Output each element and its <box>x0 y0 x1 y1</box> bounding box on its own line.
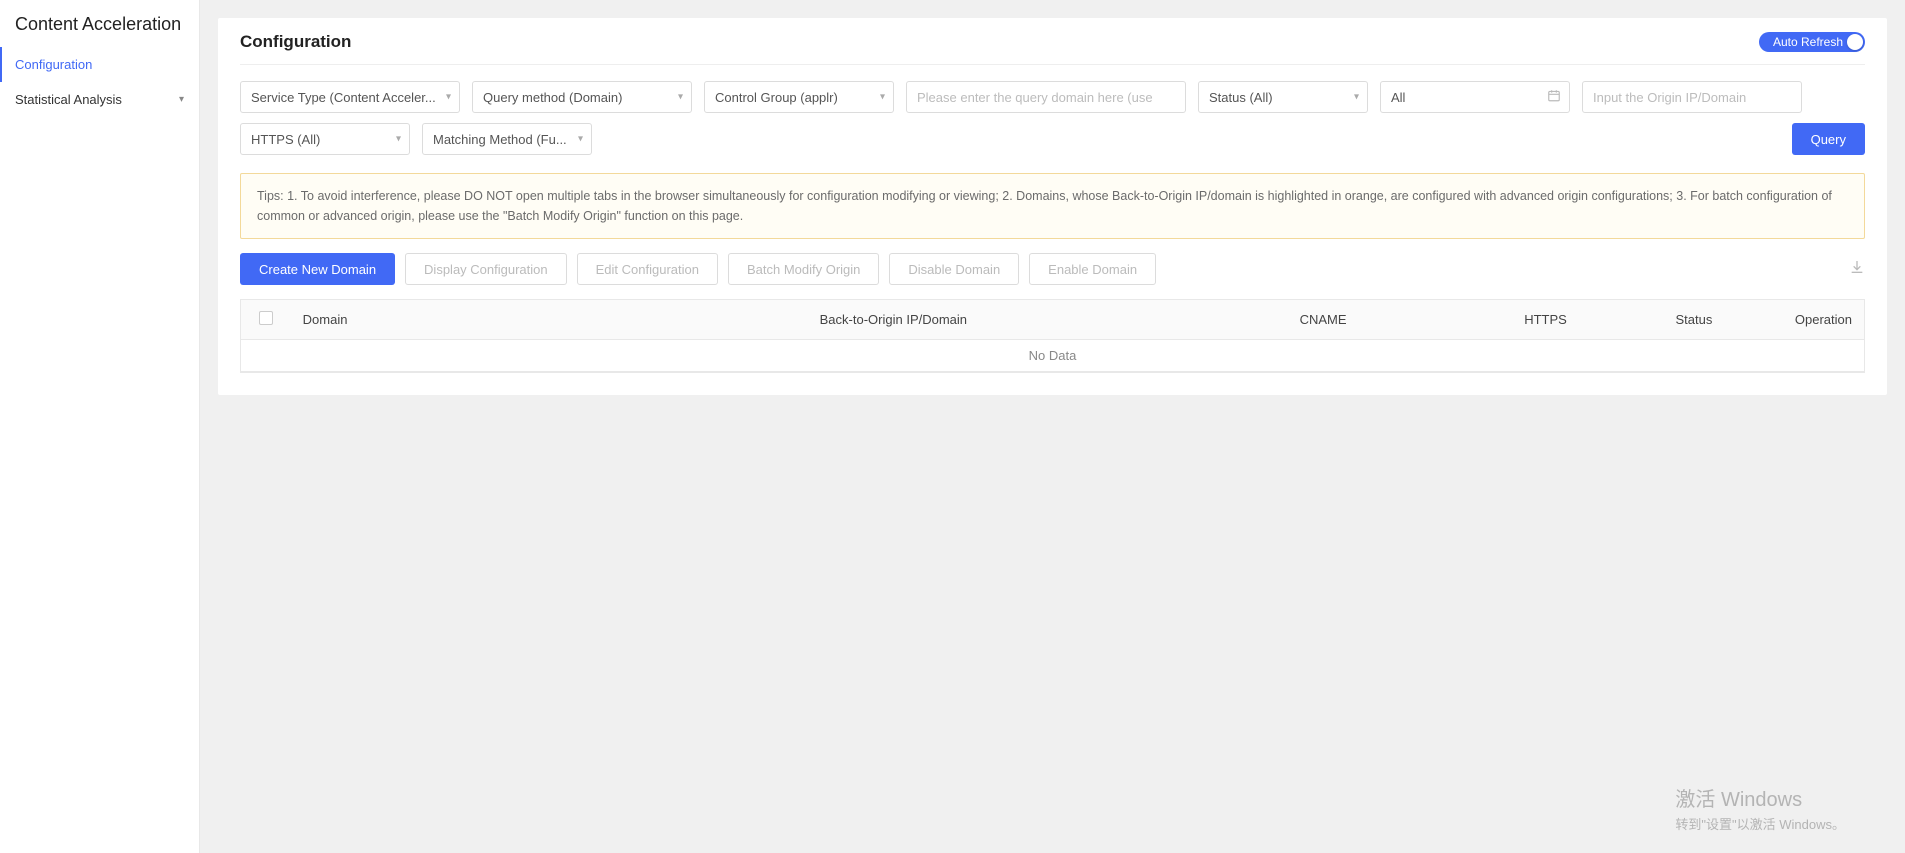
status-select[interactable]: Status (All) ▾ <box>1198 81 1368 113</box>
column-cname: CNAME <box>1160 312 1486 327</box>
chevron-down-icon: ▾ <box>578 134 583 145</box>
query-button[interactable]: Query <box>1792 123 1865 155</box>
sidebar-title: Content Acceleration <box>0 0 199 47</box>
column-operation: Operation <box>1783 312 1864 327</box>
filter-row-2: HTTPS (All) ▾ Matching Method (Fu... ▾ Q… <box>240 113 1865 155</box>
service-type-select[interactable]: Service Type (Content Acceler... ▾ <box>240 81 460 113</box>
chevron-down-icon: ▾ <box>1354 92 1359 103</box>
download-icon[interactable] <box>1849 259 1865 280</box>
table-empty: No Data <box>241 340 1864 372</box>
select-all-column <box>241 311 291 328</box>
control-group-select[interactable]: Control Group (applr) ▾ <box>704 81 894 113</box>
display-configuration-button[interactable]: Display Configuration <box>405 253 567 285</box>
sidebar-item-label: Statistical Analysis <box>15 92 122 107</box>
main-content: Configuration Auto Refresh Service Type … <box>200 0 1905 853</box>
configuration-panel: Configuration Auto Refresh Service Type … <box>218 18 1887 395</box>
column-back-origin: Back-to-Origin IP/Domain <box>627 312 1160 327</box>
sidebar-item-statistical-analysis[interactable]: Statistical Analysis ▾ <box>0 82 199 117</box>
auto-refresh-toggle[interactable]: Auto Refresh <box>1759 32 1865 52</box>
chevron-down-icon: ▾ <box>179 94 184 105</box>
page-title: Configuration <box>240 32 351 52</box>
https-select[interactable]: HTTPS (All) ▾ <box>240 123 410 155</box>
domain-table: Domain Back-to-Origin IP/Domain CNAME HT… <box>240 299 1865 373</box>
enable-domain-button[interactable]: Enable Domain <box>1029 253 1156 285</box>
edit-configuration-button[interactable]: Edit Configuration <box>577 253 718 285</box>
query-domain-input[interactable] <box>906 81 1186 113</box>
filter-row-1: Service Type (Content Acceler... ▾ Query… <box>240 65 1865 113</box>
chevron-down-icon: ▾ <box>880 92 885 103</box>
disable-domain-button[interactable]: Disable Domain <box>889 253 1019 285</box>
batch-modify-origin-button[interactable]: Batch Modify Origin <box>728 253 879 285</box>
table-header: Domain Back-to-Origin IP/Domain CNAME HT… <box>241 300 1864 340</box>
column-https: HTTPS <box>1486 312 1605 327</box>
column-status: Status <box>1605 312 1783 327</box>
action-row: Create New Domain Display Configuration … <box>240 253 1865 285</box>
calendar-icon <box>1547 89 1561 106</box>
matching-method-select[interactable]: Matching Method (Fu... ▾ <box>422 123 592 155</box>
chevron-down-icon: ▾ <box>678 92 683 103</box>
chevron-down-icon: ▾ <box>396 134 401 145</box>
chevron-down-icon: ▾ <box>446 92 451 103</box>
column-domain: Domain <box>291 312 627 327</box>
origin-ip-input[interactable] <box>1582 81 1802 113</box>
sidebar-item-label: Configuration <box>15 57 92 72</box>
toggle-knob <box>1847 34 1863 50</box>
auto-refresh-label: Auto Refresh <box>1773 35 1843 49</box>
sidebar: Content Acceleration Configuration Stati… <box>0 0 200 853</box>
sidebar-item-configuration[interactable]: Configuration <box>0 47 199 82</box>
query-method-select[interactable]: Query method (Domain) ▾ <box>472 81 692 113</box>
date-picker[interactable] <box>1380 81 1570 113</box>
panel-header: Configuration Auto Refresh <box>240 18 1865 65</box>
create-new-domain-button[interactable]: Create New Domain <box>240 253 395 285</box>
select-all-checkbox[interactable] <box>259 311 273 325</box>
tips-banner: Tips: 1. To avoid interference, please D… <box>240 173 1865 239</box>
